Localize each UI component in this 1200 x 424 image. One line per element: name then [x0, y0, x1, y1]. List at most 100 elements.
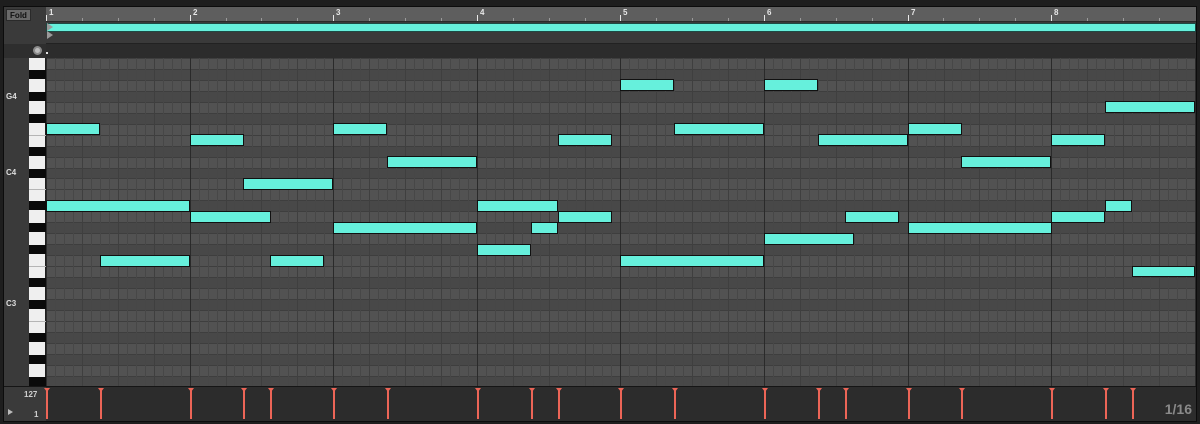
midi-note[interactable] [845, 210, 899, 223]
midi-note[interactable] [333, 221, 477, 234]
black-key[interactable] [29, 245, 46, 255]
black-key[interactable] [29, 299, 46, 309]
velocity-marker[interactable] [961, 389, 963, 419]
play-icon[interactable] [8, 409, 13, 415]
midi-note[interactable] [961, 156, 1051, 168]
velocity-handle[interactable] [1103, 388, 1109, 392]
velocity-handle[interactable] [556, 388, 562, 392]
midi-note[interactable] [477, 199, 558, 212]
midi-note[interactable] [531, 221, 558, 234]
preview-toggle-icon[interactable] [33, 46, 42, 55]
loop-brace[interactable] [46, 23, 1196, 32]
velocity-handle[interactable] [816, 388, 822, 392]
black-key[interactable] [29, 223, 46, 233]
velocity-marker[interactable] [477, 389, 479, 419]
midi-note[interactable] [620, 79, 674, 92]
black-key[interactable] [29, 278, 46, 287]
velocity-marker[interactable] [818, 389, 820, 419]
midi-note[interactable] [190, 134, 244, 147]
black-key[interactable] [29, 354, 46, 364]
velocity-marker[interactable] [1051, 389, 1053, 419]
ruler-beat-tick [226, 18, 227, 21]
note-grid[interactable] [46, 58, 1196, 386]
velocity-lane[interactable] [44, 387, 1196, 421]
midi-note[interactable] [100, 254, 190, 267]
midi-note[interactable] [1051, 210, 1105, 223]
velocity-marker[interactable] [764, 389, 766, 419]
velocity-handle[interactable] [44, 388, 50, 392]
midi-note[interactable] [1105, 101, 1195, 114]
black-key[interactable] [29, 168, 46, 178]
piano-keyboard[interactable] [29, 58, 46, 386]
velocity-marker[interactable] [190, 389, 192, 419]
midi-note[interactable] [477, 243, 531, 256]
velocity-marker[interactable] [387, 389, 389, 419]
midi-note[interactable] [764, 232, 854, 245]
midi-note[interactable] [243, 177, 333, 190]
velocity-handle[interactable] [1049, 388, 1055, 392]
fold-button[interactable]: Fold [6, 9, 31, 21]
timeline-ruler[interactable] [46, 7, 1196, 21]
grid-resolution-label[interactable]: 1/16 [1165, 401, 1192, 417]
black-key[interactable] [29, 113, 46, 123]
velocity-marker[interactable] [1105, 389, 1107, 419]
velocity-marker[interactable] [558, 389, 560, 419]
grid-line [683, 58, 684, 386]
velocity-handle[interactable] [672, 388, 678, 392]
velocity-handle[interactable] [385, 388, 391, 392]
velocity-marker[interactable] [845, 389, 847, 419]
ruler-beat-tick [800, 18, 801, 21]
black-key[interactable] [29, 146, 46, 156]
midi-note[interactable] [46, 199, 190, 212]
velocity-handle[interactable] [959, 388, 965, 392]
velocity-handle[interactable] [843, 388, 849, 392]
midi-note[interactable] [190, 210, 271, 223]
black-key[interactable] [29, 69, 46, 79]
midi-note[interactable] [674, 123, 764, 136]
midi-note[interactable] [1105, 199, 1132, 212]
grid-line [163, 58, 164, 386]
velocity-handle[interactable] [618, 388, 624, 392]
ruler-beat-tick [1015, 18, 1016, 21]
black-key[interactable] [29, 201, 46, 211]
white-key-divider [29, 189, 46, 191]
midi-note[interactable] [387, 156, 477, 168]
velocity-marker[interactable] [270, 389, 272, 419]
velocity-marker[interactable] [46, 389, 48, 419]
velocity-marker[interactable] [333, 389, 335, 419]
midi-note[interactable] [558, 134, 612, 147]
midi-note[interactable] [46, 123, 100, 136]
midi-note[interactable] [620, 254, 764, 267]
velocity-handle[interactable] [241, 388, 247, 392]
velocity-handle[interactable] [98, 388, 104, 392]
black-key[interactable] [29, 376, 46, 386]
velocity-handle[interactable] [475, 388, 481, 392]
velocity-marker[interactable] [243, 389, 245, 419]
midi-note[interactable] [270, 254, 324, 267]
velocity-marker[interactable] [531, 389, 533, 419]
grid-line [629, 58, 630, 386]
black-key[interactable] [29, 332, 46, 342]
midi-note[interactable] [558, 210, 612, 223]
velocity-marker[interactable] [1132, 389, 1134, 419]
black-key[interactable] [29, 91, 46, 101]
midi-note[interactable] [1132, 265, 1195, 278]
velocity-marker[interactable] [674, 389, 676, 419]
velocity-handle[interactable] [331, 388, 337, 392]
velocity-marker[interactable] [620, 389, 622, 419]
velocity-handle[interactable] [268, 388, 274, 392]
velocity-handle[interactable] [529, 388, 535, 392]
velocity-handle[interactable] [1130, 388, 1136, 392]
midi-note[interactable] [908, 123, 962, 136]
midi-note[interactable] [818, 134, 908, 147]
velocity-marker[interactable] [908, 389, 910, 419]
velocity-handle[interactable] [762, 388, 768, 392]
marker-strip[interactable] [46, 43, 1196, 58]
velocity-marker[interactable] [100, 389, 102, 419]
midi-note[interactable] [764, 79, 818, 92]
velocity-handle[interactable] [188, 388, 194, 392]
velocity-handle[interactable] [906, 388, 912, 392]
midi-note[interactable] [333, 123, 387, 136]
midi-note[interactable] [908, 221, 1052, 234]
midi-note[interactable] [1051, 134, 1105, 147]
